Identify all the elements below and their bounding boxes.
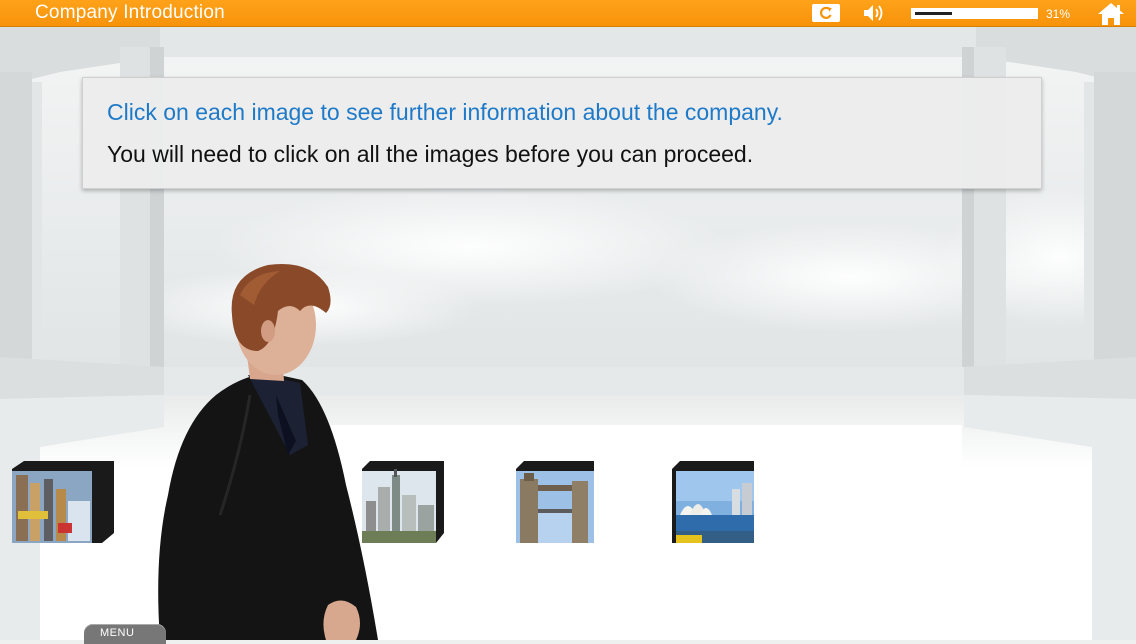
instruction-heading: Click on each image to see further infor… bbox=[107, 99, 783, 125]
presenter bbox=[150, 255, 390, 640]
replay-icon bbox=[820, 6, 832, 19]
progress-fill bbox=[915, 12, 952, 15]
progress-label: 31% bbox=[1046, 7, 1071, 21]
home-button[interactable] bbox=[1096, 1, 1126, 27]
instruction-text: You will need to click on all the images… bbox=[107, 141, 754, 167]
stage: Click on each image to see further infor… bbox=[0, 27, 1136, 640]
image-cube-bridge[interactable] bbox=[514, 461, 596, 545]
sound-button[interactable] bbox=[862, 2, 890, 24]
home-icon bbox=[1098, 3, 1124, 25]
image-cube-city-street[interactable] bbox=[10, 461, 116, 545]
progress-bar bbox=[911, 8, 1038, 19]
instruction-panel: Click on each image to see further infor… bbox=[82, 77, 1042, 189]
menu-tab[interactable]: MENU bbox=[84, 624, 166, 644]
speaker-icon bbox=[864, 5, 883, 21]
title-bar: Company Introduction 31% bbox=[0, 0, 1136, 27]
page-title: Company Introduction bbox=[35, 2, 225, 23]
replay-button[interactable] bbox=[812, 4, 840, 22]
image-cube-opera-house[interactable] bbox=[670, 461, 756, 545]
menu-label: MENU bbox=[100, 627, 135, 639]
